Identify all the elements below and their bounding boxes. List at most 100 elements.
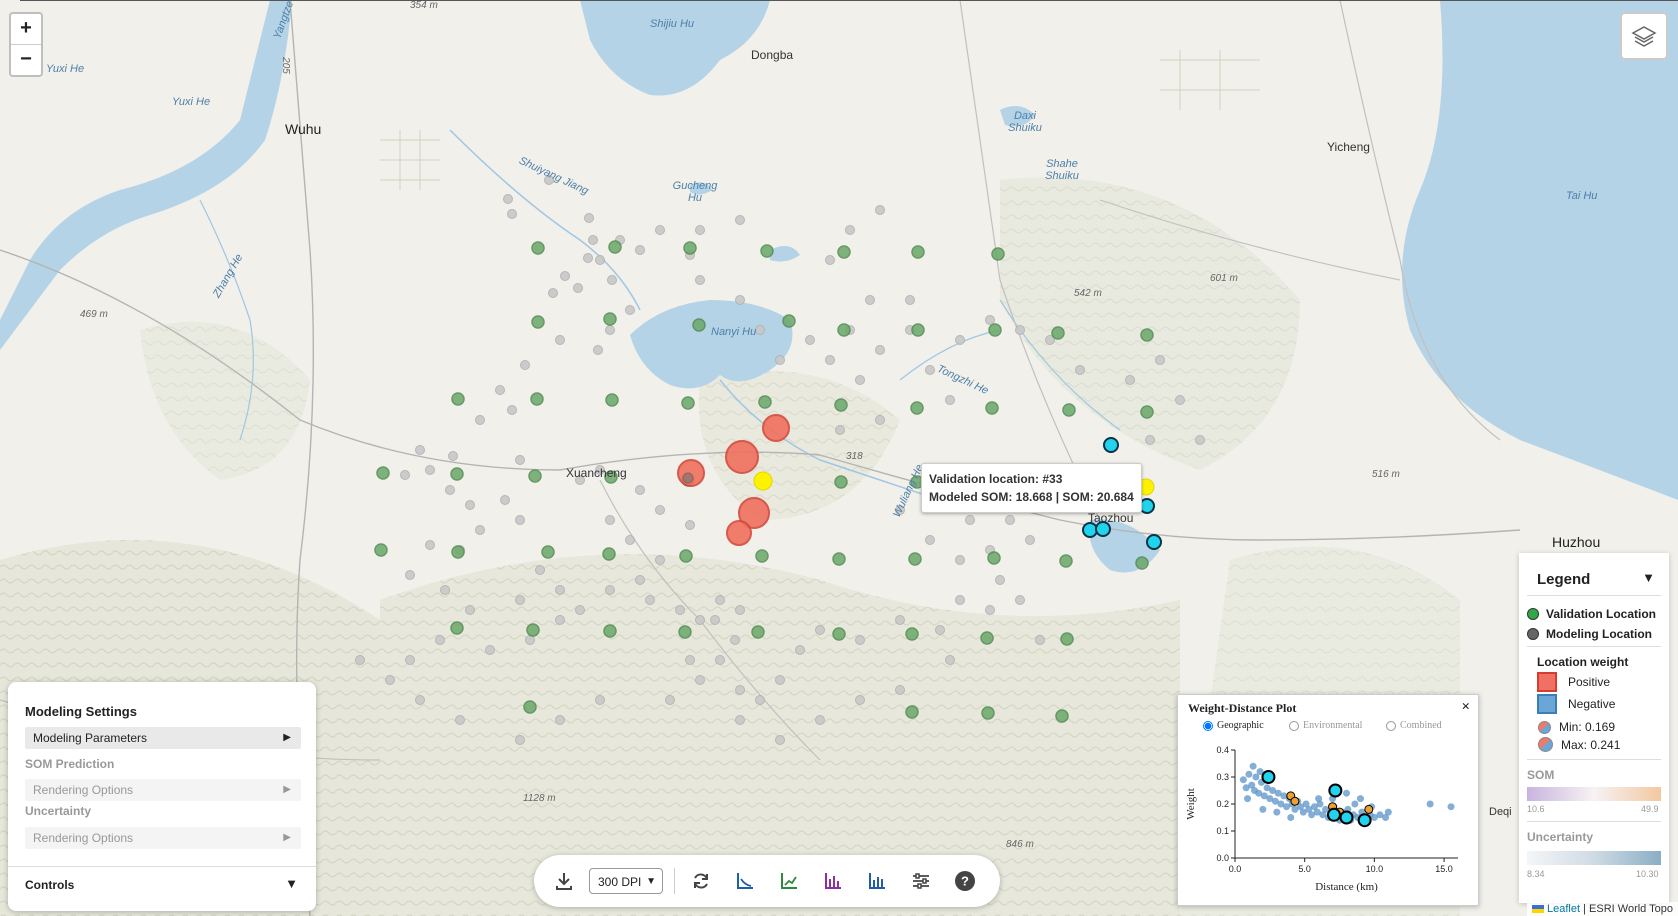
validation-location-marker[interactable] [681,396,695,410]
validation-location-marker[interactable] [1060,632,1074,646]
validation-location-marker[interactable] [905,705,919,719]
modeling-location-marker[interactable] [735,295,745,305]
validation-location-marker[interactable] [985,401,999,415]
modeling-location-marker[interactable] [605,325,615,335]
validation-location-marker[interactable] [987,551,1001,565]
bar-chart-icon[interactable] [820,868,846,894]
validation-location-marker[interactable] [837,323,851,337]
modeling-location-marker[interactable] [815,625,825,635]
modeling-location-marker[interactable] [965,515,975,525]
modeling-location-marker[interactable] [875,205,885,215]
modeling-location-marker[interactable] [855,635,865,645]
modeling-location-marker[interactable] [535,565,545,575]
validation-location-marker[interactable] [905,627,919,641]
modeling-location-marker[interactable] [548,288,558,298]
modeling-location-marker[interactable] [507,405,517,415]
modeling-location-marker[interactable] [400,470,410,480]
validation-location-marker[interactable] [837,245,851,259]
help-icon[interactable]: ? [952,868,978,894]
modeling-location-marker[interactable] [635,245,645,255]
modeling-location-marker[interactable] [515,735,525,745]
modeling-location-marker[interactable] [735,605,745,615]
modeling-location-marker[interactable] [735,715,745,725]
selected-location-marker[interactable] [1139,498,1155,514]
axis-plot-icon[interactable] [732,868,758,894]
modeling-location-marker[interactable] [815,715,825,725]
validation-location-marker[interactable] [988,323,1002,337]
histogram-icon[interactable] [864,868,890,894]
modeling-location-marker[interactable] [1015,595,1025,605]
validation-location-marker[interactable] [832,552,846,566]
modeling-location-marker[interactable] [775,675,785,685]
modeling-location-marker[interactable] [475,525,485,535]
validation-location-marker[interactable] [834,475,848,489]
modeling-location-marker[interactable] [945,655,955,665]
validation-location-marker[interactable] [782,314,796,328]
modeling-location-marker[interactable] [695,675,705,685]
validation-location-marker[interactable] [1055,709,1069,723]
validation-location-marker[interactable] [541,545,555,559]
modeling-location-marker[interactable] [605,515,615,525]
validation-location-marker[interactable] [608,240,622,254]
modeling-location-marker[interactable] [735,215,745,225]
validation-location-marker[interactable] [980,631,994,645]
chevron-down-icon[interactable]: ▼ [285,876,298,891]
modeling-location-marker[interactable] [755,325,765,335]
validation-location-marker[interactable] [981,706,995,720]
modeling-location-marker[interactable] [605,585,615,595]
validation-location-marker[interactable] [692,318,706,332]
modeling-location-marker[interactable] [865,295,875,305]
modeling-location-marker[interactable] [1015,325,1025,335]
radio-geographic[interactable]: Geographic [1203,720,1264,731]
validation-location-marker[interactable] [911,245,925,259]
selected-location-marker[interactable] [1146,534,1162,550]
validation-location-marker[interactable] [528,469,542,483]
validation-location-marker[interactable] [376,466,390,480]
selected-location-marker[interactable] [1103,437,1119,453]
validation-location-marker[interactable] [1140,405,1154,419]
validation-location-marker[interactable] [531,241,545,255]
modeling-location-marker[interactable] [425,465,435,475]
modeling-location-marker[interactable] [715,595,725,605]
modeling-location-marker[interactable] [955,595,965,605]
modeling-location-marker[interactable] [895,685,905,695]
modeling-location-marker[interactable] [925,365,935,375]
modeling-location-marker[interactable] [575,605,585,615]
validation-location-marker[interactable] [531,315,545,329]
validation-location-marker[interactable] [374,543,388,557]
validation-location-marker[interactable] [530,392,544,406]
radio-environmental[interactable]: Environmental [1289,720,1362,731]
modeling-location-marker[interactable] [465,500,475,510]
validation-location-marker[interactable] [679,549,693,563]
validation-location-marker[interactable] [832,627,846,641]
modeling-location-marker[interactable] [520,360,530,370]
modeling-location-marker[interactable] [665,695,675,705]
modeling-location-marker[interactable] [593,345,603,355]
validation-location-marker[interactable] [908,552,922,566]
modeling-location-marker[interactable] [775,735,785,745]
positive-weight-marker[interactable] [725,440,759,474]
modeling-location-marker[interactable] [625,535,635,545]
modeling-location-marker[interactable] [905,295,915,305]
modeling-location-marker[interactable] [448,451,458,461]
modeling-location-marker[interactable] [655,505,665,515]
modeling-location-marker[interactable] [695,275,705,285]
validation-location-marker[interactable] [450,621,464,635]
modeling-location-marker[interactable] [682,472,694,484]
trend-chart-icon[interactable] [776,868,802,894]
modeling-location-marker[interactable] [583,253,593,263]
modeling-location-marker[interactable] [1155,355,1165,365]
modeling-location-marker[interactable] [655,555,665,565]
modeling-location-marker[interactable] [588,235,598,245]
modeling-location-marker[interactable] [935,625,945,635]
validation-location-marker[interactable] [758,395,772,409]
modeling-location-marker[interactable] [1075,365,1085,375]
modeling-location-marker[interactable] [405,655,415,665]
modeling-location-marker[interactable] [655,225,665,235]
modeling-location-marker[interactable] [895,615,905,625]
modeling-location-marker[interactable] [875,345,885,355]
validation-location-marker[interactable] [991,247,1005,261]
modeling-location-marker[interactable] [925,535,935,545]
modeling-location-marker[interactable] [875,415,885,425]
modeling-location-marker[interactable] [595,695,605,705]
